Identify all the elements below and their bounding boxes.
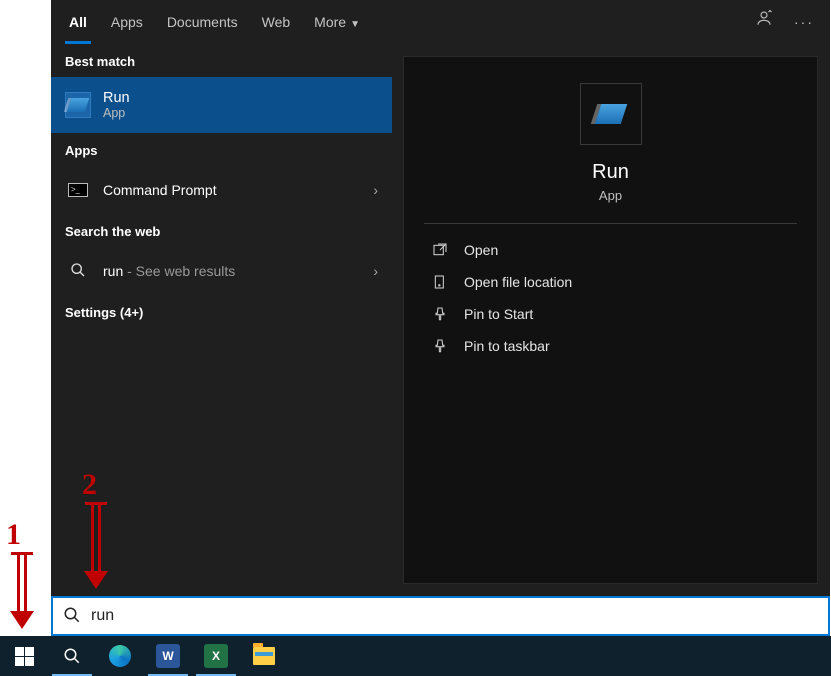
preview-pane: Run App Open Open file location Pin to S… [403, 56, 818, 584]
pin-icon [432, 338, 448, 354]
tab-apps[interactable]: Apps [99, 0, 155, 44]
result-subtitle: App [103, 106, 130, 120]
search-box[interactable] [51, 596, 830, 636]
taskbar-edge[interactable] [96, 636, 144, 676]
search-tabs: All Apps Documents Web More▼ ··· [51, 0, 830, 44]
section-search-web: Search the web [51, 214, 392, 247]
result-title: Run [103, 90, 130, 106]
taskbar: W X [0, 636, 831, 676]
preview-title: Run [592, 161, 629, 184]
tab-web[interactable]: Web [250, 0, 303, 44]
action-label: Pin to taskbar [464, 338, 550, 354]
open-icon [432, 242, 448, 258]
result-run-app[interactable]: Run App [51, 77, 392, 133]
start-search-panel: All Apps Documents Web More▼ ··· Best ma… [51, 0, 830, 596]
action-pin-to-taskbar[interactable]: Pin to taskbar [404, 330, 817, 362]
section-best-match: Best match [51, 44, 392, 77]
action-label: Open [464, 242, 498, 258]
pin-icon [432, 306, 448, 322]
windows-logo-icon [15, 647, 34, 666]
action-pin-to-start[interactable]: Pin to Start [404, 298, 817, 330]
section-apps: Apps [51, 133, 392, 166]
action-open[interactable]: Open [404, 234, 817, 266]
taskbar-search-button[interactable] [48, 636, 96, 676]
taskbar-file-explorer[interactable] [240, 636, 288, 676]
terminal-icon: >_ [65, 177, 91, 203]
taskbar-word[interactable]: W [144, 636, 192, 676]
edge-icon [109, 645, 131, 667]
chevron-right-icon: › [373, 263, 378, 279]
more-options-icon[interactable]: ··· [784, 0, 824, 44]
start-button[interactable] [0, 636, 48, 676]
action-label: Pin to Start [464, 306, 533, 322]
search-input[interactable] [91, 607, 818, 625]
preview-app-icon [580, 83, 642, 145]
section-settings[interactable]: Settings (4+) [51, 295, 392, 328]
action-label: Open file location [464, 274, 572, 290]
word-icon: W [156, 644, 180, 668]
preview-subtitle: App [599, 188, 622, 203]
desktop-gutter [0, 0, 51, 636]
result-command-prompt[interactable]: >_ Command Prompt › [51, 166, 392, 214]
action-open-file-location[interactable]: Open file location [404, 266, 817, 298]
folder-icon [253, 647, 275, 665]
result-title: Command Prompt [103, 182, 217, 198]
feedback-icon[interactable] [744, 0, 784, 44]
divider [424, 223, 797, 224]
chevron-right-icon: › [373, 182, 378, 198]
tab-all[interactable]: All [57, 0, 99, 44]
search-icon [63, 606, 81, 627]
run-icon [65, 92, 91, 118]
result-title: run - See web results [103, 263, 235, 279]
taskbar-excel[interactable]: X [192, 636, 240, 676]
chevron-down-icon: ▼ [350, 19, 360, 30]
tab-more[interactable]: More▼ [302, 0, 372, 44]
results-column: Best match Run App Apps >_ Command Promp… [51, 44, 392, 596]
folder-icon [432, 274, 448, 290]
search-icon [65, 262, 91, 281]
excel-icon: X [204, 644, 228, 668]
search-icon [63, 647, 81, 665]
tab-documents[interactable]: Documents [155, 0, 250, 44]
result-web-search[interactable]: run - See web results › [51, 247, 392, 295]
